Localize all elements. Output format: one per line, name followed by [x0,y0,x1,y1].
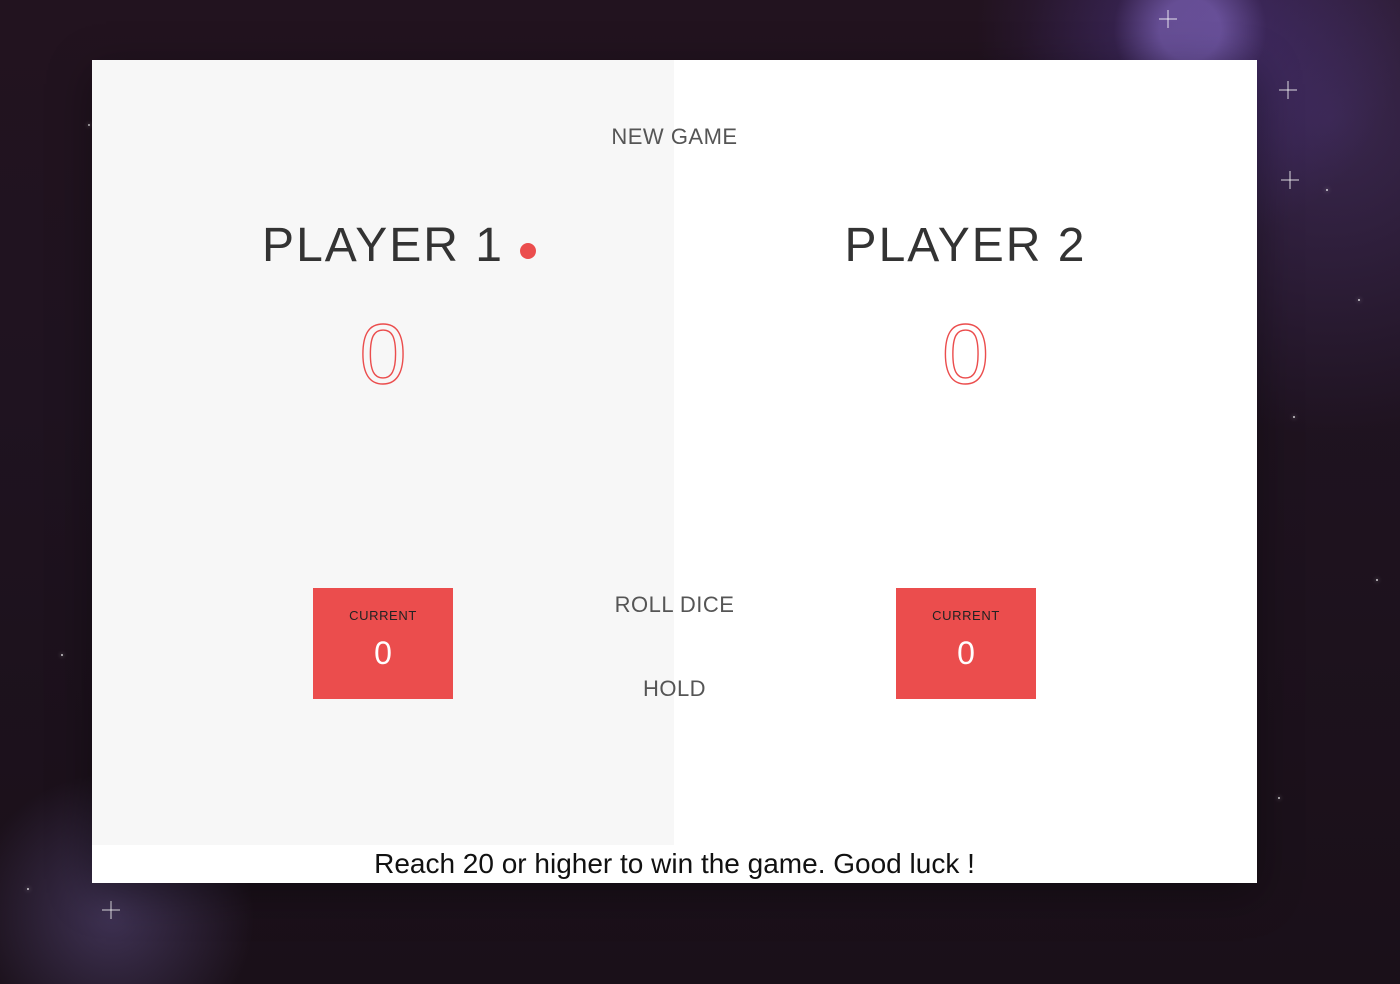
player-1-name: PLAYER 1 [262,219,504,272]
player-2-score: 0 [941,307,989,401]
active-player-indicator [520,243,536,259]
player-2-name: PLAYER 2 [844,219,1087,272]
player-1-score: 0 [359,307,407,401]
player-2-panel: PLAYER 2 0 CURRENT 0 [674,60,1257,845]
roll-dice-button[interactable]: ROLL DICE [92,592,1257,618]
game-instructions: Reach 20 or higher to win the game. Good… [92,845,1257,883]
game-board: PLAYER 1 0 CURRENT 0 PLAYER 2 0 CURRENT … [92,60,1257,883]
player-1-panel: PLAYER 1 0 CURRENT 0 [92,60,674,845]
new-game-button[interactable]: NEW GAME [92,124,1257,150]
player-1-current-score: 0 [374,635,392,671]
hold-button[interactable]: HOLD [92,676,1257,702]
player-2-current-score: 0 [957,635,975,671]
